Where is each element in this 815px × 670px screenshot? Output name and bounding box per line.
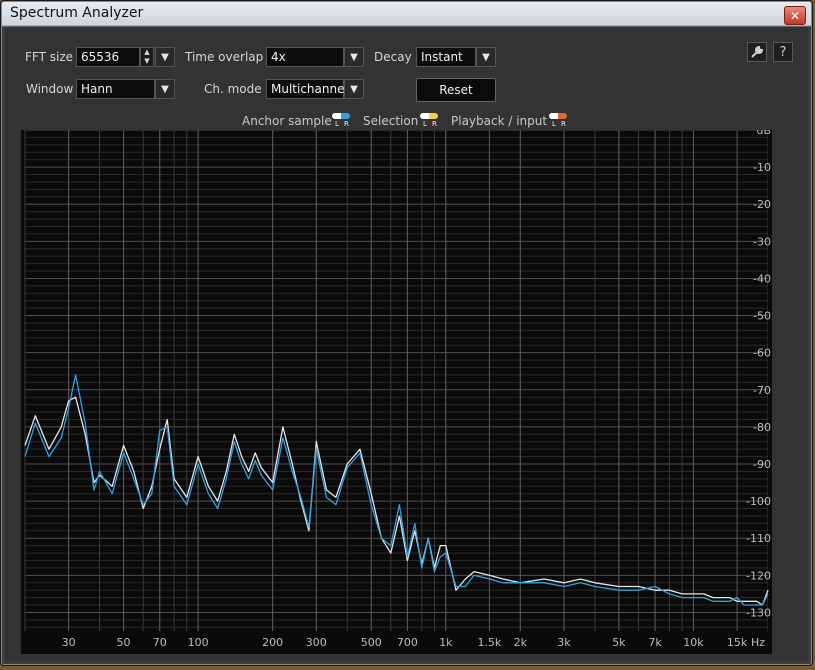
y-tick-label: -50 [753,310,771,323]
spectrum-plot[interactable]: dB -10 -20 -30 -40 -50 -60 -70 -80 -90 -100 -110 -12… [21,124,772,654]
chevron-down-icon: ▼ [482,51,490,63]
y-tick-label: -80 [753,421,771,434]
x-tick-label: 100 [188,636,209,649]
y-tick-label: -130 [746,606,771,619]
legend-anchor-label: Anchor sample [242,114,332,128]
x-tick-label: 200 [262,636,283,649]
y-tick-label: -120 [746,569,771,582]
anchor-l-text: L [335,120,339,128]
window-function-dropdown-button[interactable]: ▼ [155,79,175,99]
legend-playback-label: Playback / input [451,114,548,128]
stepper-up-icon[interactable]: ▲ [144,48,149,56]
window-function-field[interactable]: Hann [76,79,155,99]
x-tick-label: 700 [397,636,418,649]
fft-size-label: FFT size [25,50,74,64]
y-tick-label: -100 [746,495,771,508]
x-tick-label: 50 [117,636,131,649]
fft-size-field[interactable]: 65536 [76,47,140,67]
playback-lr-pill [549,113,567,119]
anchor-r-text: R [344,120,349,128]
y-tick-label: -40 [753,272,771,285]
x-tick-label: 2k [514,636,528,649]
chevron-down-icon: ▼ [350,51,358,63]
chevron-down-icon: ▼ [161,51,169,63]
y-tick-label: -10 [753,161,771,174]
time-overlap-field[interactable]: 4x [266,47,344,67]
ch-mode-field[interactable]: Multichannel [266,79,348,99]
help-button[interactable]: ? [773,42,793,62]
decay-label: Decay [374,50,412,64]
series-line-r [24,374,769,606]
decay-field[interactable]: Instant [416,47,476,67]
window-function-label: Window [26,82,74,96]
x-tick-label: 15k [727,636,748,649]
y-tick-label: -110 [746,532,771,545]
legend-selection-label: Selection [363,114,419,128]
settings-button[interactable] [747,42,767,62]
x-tick-label: 3k [557,636,571,649]
chevron-down-icon: ▼ [161,83,169,95]
decay-dropdown-button[interactable]: ▼ [476,47,496,67]
y-tick-label: -90 [753,458,771,471]
ch-mode-label: Ch. mode [204,82,262,96]
selection-r-text: R [432,120,437,128]
x-tick-label: 300 [306,636,327,649]
x-tick-label: 1k [439,636,453,649]
stepper-down-icon[interactable]: ▼ [144,57,149,65]
y-tick-label: -70 [753,384,771,397]
time-overlap-label: Time overlap [185,50,264,64]
close-icon: ✕ [789,8,801,23]
spectrum-analyzer-window: Spectrum Analyzer ✕ FFT size 65536 ▲ ▼ ▼ … [0,0,813,666]
x-unit-label: Hz [751,636,765,649]
y-tick-label: -60 [753,347,771,360]
x-tick-label: 10k [683,636,704,649]
x-tick-label: 70 [153,636,167,649]
time-overlap-dropdown-button[interactable]: ▼ [344,47,364,67]
x-tick-label: 7k [648,636,662,649]
x-tick-label: 30 [62,636,76,649]
y-tick-label: -20 [753,198,771,211]
window-title: Spectrum Analyzer [10,5,144,21]
analyzer-panel: FFT size 65536 ▲ ▼ ▼ Time overlap 4x ▼ De… [5,27,808,661]
chevron-down-icon: ▼ [350,83,358,95]
x-tick-label: 1.5k [477,636,501,649]
title-bar[interactable]: Spectrum Analyzer ✕ [1,1,812,27]
playback-r-text: R [561,120,566,128]
ch-mode-dropdown-button[interactable]: ▼ [344,79,364,99]
help-icon: ? [779,44,787,60]
x-tick-label: 500 [361,636,382,649]
wrench-icon [751,45,764,58]
y-tick-label: dB [756,130,771,137]
selection-lr-pill [420,113,438,119]
x-tick-label: 5k [612,636,626,649]
selection-l-text: L [423,120,427,128]
fft-size-stepper[interactable]: ▲ ▼ [140,47,154,67]
fft-size-dropdown-button[interactable]: ▼ [155,47,175,67]
y-tick-label: -30 [753,235,771,248]
spectrum-chart[interactable]: dB -10 -20 -30 -40 -50 -60 -70 -80 -90 -100 -110 -12… [21,124,772,654]
close-button[interactable]: ✕ [784,6,806,25]
reset-button[interactable]: Reset [416,78,496,102]
anchor-lr-pill [332,113,350,119]
playback-l-text: L [552,120,556,128]
